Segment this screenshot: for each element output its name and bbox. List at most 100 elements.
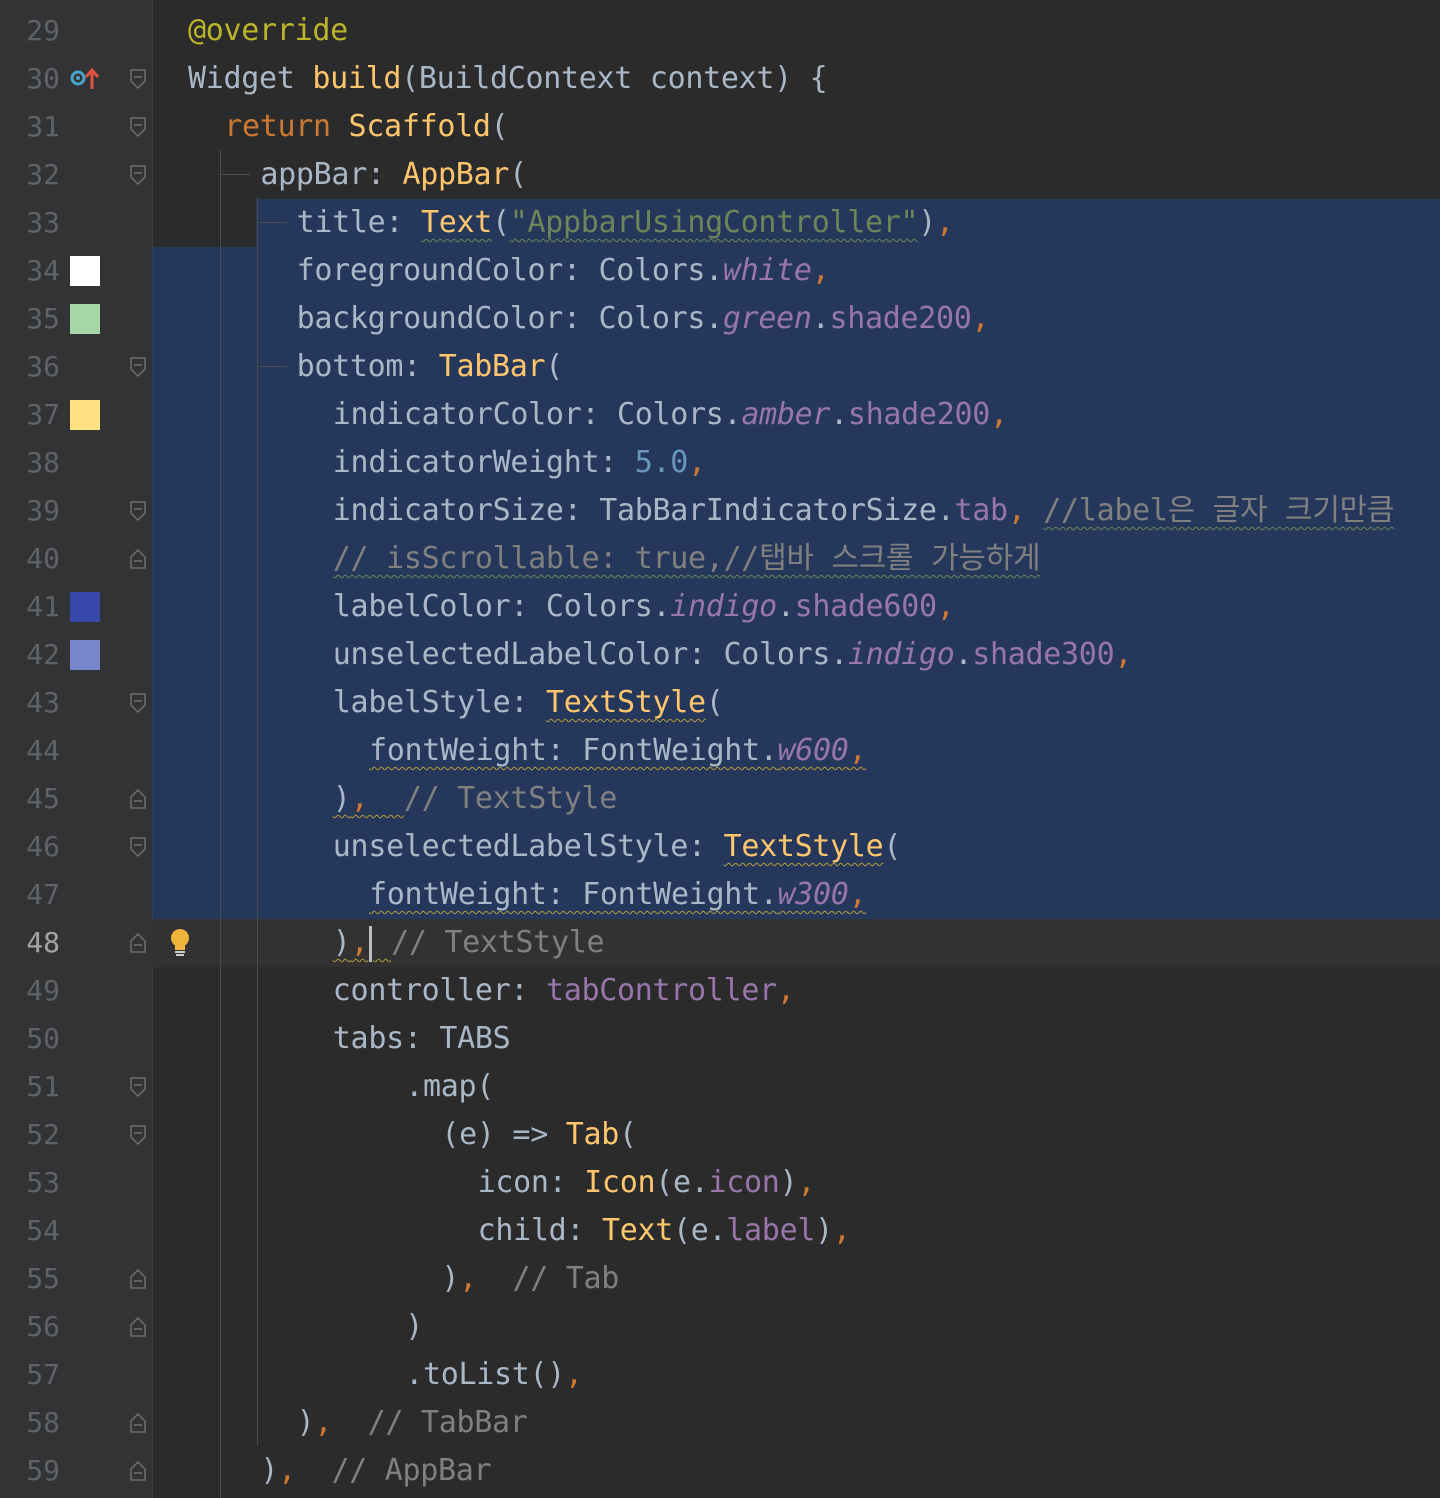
code-line-41[interactable]: 41 labelColor: Colors.indigo.shade600, bbox=[0, 583, 1440, 631]
code-line-48[interactable]: 48), // TextStyle bbox=[0, 919, 1440, 967]
code-line-43[interactable]: 43 labelStyle: TextStyle( bbox=[0, 679, 1440, 727]
code-line-53[interactable]: 53 icon: Icon(e.icon), bbox=[0, 1159, 1440, 1207]
code-line-34[interactable]: 34 foregroundColor: Colors.white, bbox=[0, 247, 1440, 295]
code-text[interactable]: ) bbox=[405, 1303, 423, 1351]
code-text[interactable]: (e) => Tab( bbox=[441, 1111, 637, 1159]
override-up-arrow-icon[interactable] bbox=[70, 67, 102, 91]
fold-marker-icon[interactable] bbox=[130, 1413, 146, 1433]
code-text[interactable]: ), // AppBar bbox=[260, 1447, 491, 1495]
fold-marker-icon[interactable] bbox=[130, 1317, 146, 1337]
fold-marker-icon[interactable] bbox=[130, 69, 146, 89]
fold-marker-icon[interactable] bbox=[130, 1269, 146, 1289]
code-text[interactable]: labelColor: Colors.indigo.shade600, bbox=[333, 583, 955, 631]
fold-marker-icon[interactable] bbox=[130, 501, 146, 521]
code-line-54[interactable]: 54 child: Text(e.label), bbox=[0, 1207, 1440, 1255]
code-line-59[interactable]: 59), // AppBar bbox=[0, 1447, 1440, 1495]
fold-marker-icon[interactable] bbox=[130, 1077, 146, 1097]
code-text[interactable]: ), // TextStyle bbox=[333, 775, 618, 823]
code-line-42[interactable]: 42 unselectedLabelColor: Colors.indigo.sh… bbox=[0, 631, 1440, 679]
code-line-58[interactable]: 58), // TabBar bbox=[0, 1399, 1440, 1447]
color-swatch-icon[interactable] bbox=[70, 640, 100, 670]
code-token: // TabBar bbox=[367, 1405, 528, 1440]
code-line-52[interactable]: 52 (e) => Tab( bbox=[0, 1111, 1440, 1159]
fold-marker-icon[interactable] bbox=[130, 549, 146, 569]
code-text[interactable]: return Scaffold( bbox=[224, 103, 508, 151]
code-text[interactable]: labelStyle: TextStyle( bbox=[333, 679, 724, 727]
indent-guide bbox=[220, 174, 250, 175]
code-text[interactable]: indicatorWeight: 5.0, bbox=[333, 439, 706, 487]
code-text[interactable]: ), // TabBar bbox=[297, 1399, 528, 1447]
code-text[interactable]: appBar: AppBar( bbox=[260, 151, 527, 199]
code-line-30[interactable]: 30 Widget build(BuildContext context) { bbox=[0, 55, 1440, 103]
color-swatch-icon[interactable] bbox=[70, 400, 100, 430]
code-text[interactable]: fontWeight: FontWeight.w600, bbox=[369, 727, 867, 775]
code-text[interactable]: @override bbox=[188, 7, 348, 55]
code-line-32[interactable]: 32 appBar: AppBar( bbox=[0, 151, 1440, 199]
line-number: 47 bbox=[26, 878, 60, 911]
line-number: 55 bbox=[26, 1262, 60, 1295]
code-text[interactable]: bottom: TabBar( bbox=[297, 343, 564, 391]
code-text[interactable]: .toList(), bbox=[405, 1351, 583, 1399]
code-text[interactable]: ), // Tab bbox=[441, 1255, 619, 1303]
code-text[interactable]: icon: Icon(e.icon), bbox=[478, 1159, 816, 1207]
code-line-33[interactable]: 33 title: Text("AppbarUsingController"), bbox=[0, 199, 1440, 247]
code-text[interactable]: .map( bbox=[405, 1063, 494, 1111]
code-line-36[interactable]: 36 bottom: TabBar( bbox=[0, 343, 1440, 391]
fold-marker-icon[interactable] bbox=[130, 837, 146, 857]
line-number: 43 bbox=[26, 686, 60, 719]
code-token: // AppBar bbox=[331, 1453, 492, 1488]
code-text[interactable]: controller: tabController, bbox=[333, 967, 795, 1015]
fold-marker-icon[interactable] bbox=[130, 117, 146, 137]
code-line-51[interactable]: 51 .map( bbox=[0, 1063, 1440, 1111]
code-line-55[interactable]: 55 ), // Tab bbox=[0, 1255, 1440, 1303]
code-text[interactable]: backgroundColor: Colors.green.shade200, bbox=[297, 295, 990, 343]
line-number: 45 bbox=[26, 782, 60, 815]
code-text[interactable]: indicatorColor: Colors.amber.shade200, bbox=[333, 391, 1008, 439]
code-editor[interactable]: 29 @override 30 Widget build(BuildContext c… bbox=[0, 0, 1440, 1498]
code-text[interactable]: child: Text(e.label), bbox=[478, 1207, 851, 1255]
code-line-38[interactable]: 38 indicatorWeight: 5.0, bbox=[0, 439, 1440, 487]
code-text[interactable]: Widget build(BuildContext context) { bbox=[188, 55, 828, 103]
code-text[interactable]: // isScrollable: true,//탭바 스크롤 가능하게 bbox=[333, 535, 1041, 583]
code-line-39[interactable]: 39 indicatorSize: TabBarIndicatorSize.tab… bbox=[0, 487, 1440, 535]
code-token: (e. bbox=[672, 1213, 727, 1248]
code-line-35[interactable]: 35 backgroundColor: Colors.green.shade200… bbox=[0, 295, 1440, 343]
code-token: ( bbox=[619, 1117, 637, 1152]
text-cursor bbox=[369, 925, 373, 962]
code-token: , bbox=[1007, 493, 1044, 528]
fold-marker-icon[interactable] bbox=[130, 357, 146, 377]
fold-marker-icon[interactable] bbox=[130, 165, 146, 185]
code-text[interactable]: foregroundColor: Colors.white, bbox=[297, 247, 830, 295]
code-line-45[interactable]: 45 ), // TextStyle bbox=[0, 775, 1440, 823]
code-line-37[interactable]: 37 indicatorColor: Colors.amber.shade200, bbox=[0, 391, 1440, 439]
code-line-47[interactable]: 47 fontWeight: FontWeight.w300, bbox=[0, 871, 1440, 919]
fold-marker-icon[interactable] bbox=[130, 1461, 146, 1481]
code-text[interactable]: indicatorSize: TabBarIndicatorSize.tab, … bbox=[333, 487, 1395, 535]
fold-marker-icon[interactable] bbox=[130, 789, 146, 809]
code-line-57[interactable]: 57 .toList(), bbox=[0, 1351, 1440, 1399]
code-line-29[interactable]: 29 @override bbox=[0, 7, 1440, 55]
fold-marker-icon[interactable] bbox=[130, 1125, 146, 1145]
fold-marker-icon[interactable] bbox=[130, 693, 146, 713]
code-token: ) bbox=[918, 205, 937, 240]
fold-marker-icon[interactable] bbox=[130, 933, 146, 953]
code-text[interactable]: unselectedLabelColor: Colors.indigo.shad… bbox=[333, 631, 1133, 679]
code-line-44[interactable]: 44 fontWeight: FontWeight.w600, bbox=[0, 727, 1440, 775]
color-swatch-icon[interactable] bbox=[70, 304, 100, 334]
code-text[interactable]: fontWeight: FontWeight.w300, bbox=[369, 871, 867, 919]
code-line-46[interactable]: 46 unselectedLabelStyle: TextStyle( bbox=[0, 823, 1440, 871]
code-text[interactable]: ), // TextStyle bbox=[333, 919, 605, 967]
code-line-49[interactable]: 49 controller: tabController, bbox=[0, 967, 1440, 1015]
color-swatch-icon[interactable] bbox=[70, 592, 100, 622]
code-text[interactable]: tabs: TABS bbox=[333, 1015, 511, 1063]
line-number: 30 bbox=[26, 62, 60, 95]
code-line-56[interactable]: 56) bbox=[0, 1303, 1440, 1351]
code-text[interactable]: unselectedLabelStyle: TextStyle( bbox=[333, 823, 902, 871]
code-line-40[interactable]: 40 // isScrollable: true,//탭바 스크롤 가능하게 bbox=[0, 535, 1440, 583]
code-line-31[interactable]: 31 return Scaffold( bbox=[0, 103, 1440, 151]
lightbulb-icon[interactable] bbox=[168, 927, 192, 959]
code-text[interactable]: title: Text("AppbarUsingController"), bbox=[297, 199, 954, 247]
color-swatch-icon[interactable] bbox=[70, 256, 100, 286]
line-number: 29 bbox=[26, 14, 60, 47]
code-line-50[interactable]: 50 tabs: TABS bbox=[0, 1015, 1440, 1063]
